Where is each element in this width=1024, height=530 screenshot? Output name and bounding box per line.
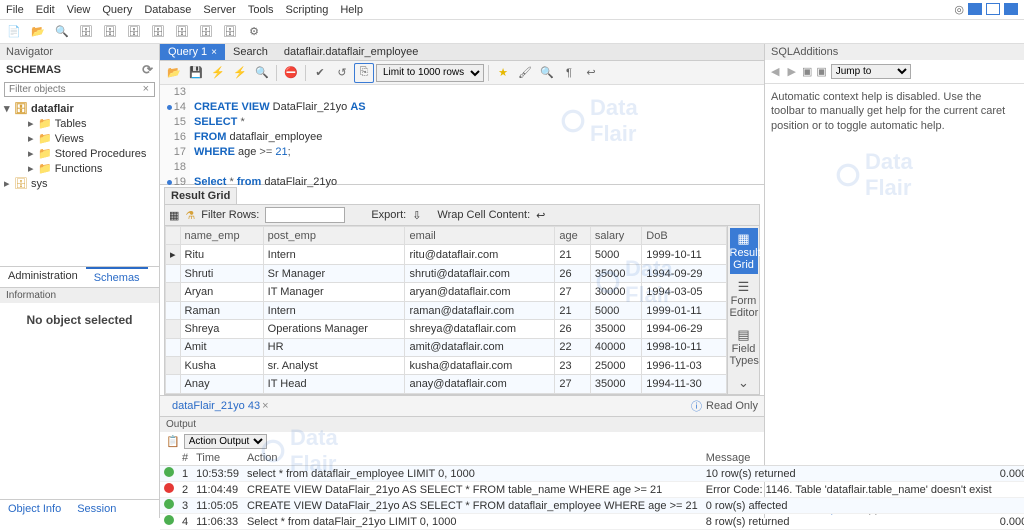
main-toolbar: 📄 📂 🔍 🗄 🗄 🗄 🗄 🗄 🗄 🗄 ⚙: [0, 20, 1024, 44]
sqladditions-title: SQLAdditions: [771, 46, 838, 58]
save-icon[interactable]: 💾: [186, 63, 206, 83]
refresh-schemas-icon[interactable]: ⟳: [142, 62, 153, 78]
result-tab[interactable]: dataFlair_21yo 43×: [166, 400, 275, 412]
tree-views[interactable]: ▸📁Views: [4, 131, 155, 146]
wrap-label: Wrap Cell Content:: [437, 209, 530, 221]
find-icon[interactable]: 🔍: [537, 63, 557, 83]
new-sql-tab-icon[interactable]: 📄: [4, 22, 24, 42]
clear-filter-icon[interactable]: ×: [143, 83, 149, 95]
schema-tree: ▾🗄dataflair ▸📁Tables ▸📁Views ▸📁Stored Pr…: [0, 99, 159, 266]
output-type-icon: 📋: [166, 435, 180, 448]
schema-dataflair[interactable]: ▾🗄dataflair: [4, 101, 155, 116]
navigator-panel: Navigator SCHEMAS ⟳ × ▾🗄dataflair ▸📁Tabl…: [0, 44, 160, 518]
db-icon-3[interactable]: 🗄: [124, 22, 144, 42]
wrap-cell-icon[interactable]: ↩: [536, 209, 545, 222]
output-title: Output: [160, 417, 764, 432]
bottom-panel-toggle[interactable]: [986, 3, 1000, 15]
query-tabs: Query 1× Search dataflair.dataflair_empl…: [160, 44, 764, 61]
jump-to-select[interactable]: Jump to: [831, 64, 911, 79]
tree-procs[interactable]: ▸📁Stored Procedures: [4, 146, 155, 161]
invisible-icon[interactable]: ¶: [559, 63, 579, 83]
open-file-icon[interactable]: 📂: [164, 63, 184, 83]
tree-functions[interactable]: ▸📁Functions: [4, 161, 155, 176]
db-icon-6[interactable]: 🗄: [196, 22, 216, 42]
tab-administration[interactable]: Administration: [0, 267, 86, 287]
execute-step-icon[interactable]: ⚡: [230, 63, 250, 83]
filter-objects-input[interactable]: [4, 82, 155, 97]
left-panel-toggle[interactable]: [968, 3, 982, 15]
tree-tables[interactable]: ▸📁Tables: [4, 116, 155, 131]
panel-toggles: ◎: [954, 3, 1018, 16]
menu-file[interactable]: File: [6, 4, 24, 16]
information-title: Information: [0, 288, 159, 303]
grid-icon[interactable]: ▦: [169, 209, 179, 222]
help-icon-2[interactable]: ▣: [816, 65, 826, 78]
execute-icon[interactable]: ⚡: [208, 63, 228, 83]
db-icon-7[interactable]: 🗄: [220, 22, 240, 42]
tab-session[interactable]: Session: [69, 500, 124, 518]
side-result-grid[interactable]: ▦Result Grid: [730, 228, 758, 274]
filter-rows-label: Filter Rows:: [201, 209, 259, 221]
side-collapse[interactable]: ⌄: [730, 372, 758, 394]
wrap-icon[interactable]: ↩: [581, 63, 601, 83]
tab-employee[interactable]: dataflair.dataflair_employee: [276, 44, 427, 60]
stop-icon[interactable]: ⛔: [281, 63, 301, 83]
explain-icon[interactable]: 🔍: [252, 63, 272, 83]
right-panel-toggle[interactable]: [1004, 3, 1018, 15]
tab-query1[interactable]: Query 1×: [160, 44, 225, 60]
commit-icon[interactable]: ✔: [310, 63, 330, 83]
navigator-title: Navigator: [6, 46, 53, 58]
db-icon-5[interactable]: 🗄: [172, 22, 192, 42]
menu-tools[interactable]: Tools: [248, 4, 274, 16]
menu-edit[interactable]: Edit: [36, 4, 55, 16]
db-icon-8[interactable]: ⚙: [244, 22, 264, 42]
side-field-types[interactable]: ▤Field Types: [730, 324, 758, 370]
schemas-label: SCHEMAS: [6, 64, 61, 76]
export-icon[interactable]: ⇩: [412, 209, 421, 222]
export-label: Export:: [371, 209, 406, 221]
tab-schemas[interactable]: Schemas: [86, 267, 148, 287]
brush-icon[interactable]: 🖌: [515, 63, 535, 83]
menu-query[interactable]: Query: [102, 4, 132, 16]
autocommit-icon[interactable]: ⎘: [354, 63, 374, 83]
menu-scripting[interactable]: Scripting: [286, 4, 329, 16]
db-icon-4[interactable]: 🗄: [148, 22, 168, 42]
schema-sys[interactable]: ▸🗄sys: [4, 176, 155, 191]
tab-search[interactable]: Search: [225, 44, 276, 60]
result-toolbar: ▦ ⚗ Filter Rows: Export: ⇩ Wrap Cell Con…: [164, 204, 760, 226]
filter-rows-input[interactable]: [265, 207, 345, 223]
result-side-strip: ▦Result Grid ☰Form Editor ▤Field Types ⌄: [727, 226, 759, 394]
target-icon[interactable]: ◎: [954, 3, 964, 16]
forward-icon[interactable]: ▶: [785, 65, 797, 78]
tab-object-info[interactable]: Object Info: [0, 500, 69, 518]
center-panel: Query 1× Search dataflair.dataflair_empl…: [160, 44, 764, 518]
output-type-select[interactable]: Action Output: [184, 434, 267, 449]
filter-icon[interactable]: ⚗: [185, 209, 195, 222]
sql-editor[interactable]: 13141516171819 CREATE VIEW DataFlair_21y…: [160, 85, 764, 185]
beautify-icon[interactable]: ★: [493, 63, 513, 83]
menu-server[interactable]: Server: [203, 4, 235, 16]
sql-additions-panel: SQLAdditions ◀ ▶ ▣ ▣ Jump to Automatic c…: [764, 44, 1024, 518]
back-icon[interactable]: ◀: [769, 65, 781, 78]
editor-toolbar: 📂 💾 ⚡ ⚡ 🔍 ⛔ ✔ ↺ ⎘ Limit to 1000 rows ★ 🖌…: [160, 61, 764, 85]
information-body: No object selected: [0, 303, 159, 337]
context-help-message: Automatic context help is disabled. Use …: [765, 84, 1024, 139]
inspector-icon[interactable]: 🔍: [52, 22, 72, 42]
output-panel: Output 📋 Action Output #TimeActionMessag…: [160, 416, 764, 530]
close-icon[interactable]: ×: [211, 47, 217, 58]
rollback-icon[interactable]: ↺: [332, 63, 352, 83]
menu-bar: File Edit View Query Database Server Too…: [0, 0, 1024, 20]
open-sql-icon[interactable]: 📂: [28, 22, 48, 42]
limit-rows-select[interactable]: Limit to 1000 rows: [376, 64, 484, 82]
menu-view[interactable]: View: [67, 4, 91, 16]
result-grid[interactable]: name_emppost_empemailagesalaryDoBRituInt…: [165, 226, 727, 394]
readonly-indicator: ⓘRead Only: [691, 398, 758, 414]
side-form-editor[interactable]: ☰Form Editor: [730, 276, 758, 322]
db-icon-1[interactable]: 🗄: [76, 22, 96, 42]
db-icon-2[interactable]: 🗄: [100, 22, 120, 42]
close-result-icon[interactable]: ×: [262, 400, 268, 412]
menu-database[interactable]: Database: [144, 4, 191, 16]
help-icon-1[interactable]: ▣: [802, 65, 812, 78]
menu-help[interactable]: Help: [340, 4, 363, 16]
